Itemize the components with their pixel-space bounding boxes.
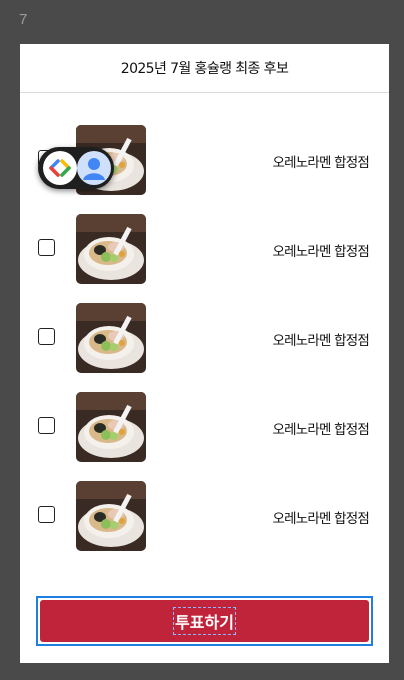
candidate-checkbox[interactable] [38,417,55,434]
candidate-label: 오레노라멘 합정점 [272,511,370,527]
candidate-label: 오레노라멘 합정점 [272,244,370,260]
candidate-checkbox[interactable] [38,239,55,256]
ramen-thumbnail [76,303,146,373]
candidate-label: 오레노라멘 합정점 [272,155,370,171]
ramen-thumbnail [76,392,146,462]
candidate-checkbox[interactable] [38,506,55,523]
candidate-checkbox[interactable] [38,328,55,345]
candidate-label: 오레노라멘 합정점 [272,422,370,438]
vote-button-focus-ring: 투표하기 [36,596,373,646]
modal-header: 2025년 7월 홍슐랭 최종 후보 [20,44,389,93]
vote-modal: 2025년 7월 홍슐랭 최종 후보 오레노라멘 합정점 오레노라멘 합정점 오… [20,44,389,663]
list-item[interactable]: 오레노라멘 합정점 [20,214,389,284]
corner-number: 7 [19,11,28,28]
list-item[interactable]: 오레노라멘 합정점 [20,303,389,373]
list-item[interactable]: 오레노라멘 합정점 [20,392,389,462]
ramen-thumbnail [76,214,146,284]
candidate-label: 오레노라멘 합정점 [272,333,370,349]
vote-button-label: 투표하기 [173,607,236,635]
list-item[interactable]: 오레노라멘 합정점 [20,481,389,551]
modal-title: 2025년 7월 홍슐랭 최종 후보 [120,61,289,77]
ramen-thumbnail [76,481,146,551]
vote-button[interactable]: 투표하기 [40,600,369,642]
profile-icon[interactable] [77,151,111,185]
code-brackets-icon[interactable] [43,151,77,185]
extension-badge[interactable] [38,147,114,189]
